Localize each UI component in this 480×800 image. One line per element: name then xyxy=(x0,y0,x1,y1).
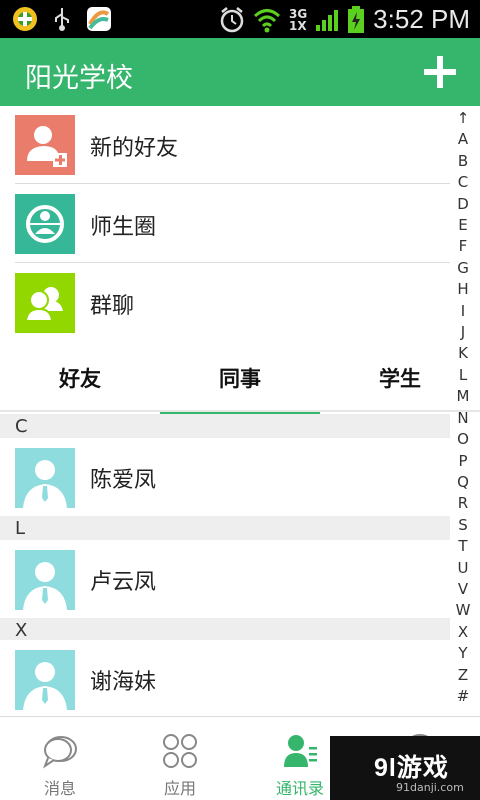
index-letter[interactable]: E xyxy=(452,215,474,236)
contact-row[interactable]: 卢云凤 xyxy=(0,540,450,618)
index-letter[interactable]: L xyxy=(452,365,474,386)
status-bar: 3G 1X 3:52 PM xyxy=(0,0,480,38)
index-letter[interactable]: D xyxy=(452,194,474,215)
status-bar-notifications xyxy=(12,6,112,32)
contact-tabs: 好友 同事 学生 xyxy=(0,346,450,414)
avatar xyxy=(15,650,75,710)
contact-row[interactable]: 陈爱凤 xyxy=(0,438,450,516)
app-header: 阳光学校 xyxy=(0,38,480,106)
signal-icon xyxy=(316,9,339,31)
app-notification-icon xyxy=(13,7,37,31)
watermark: 9l游戏 91danji.com xyxy=(330,736,480,800)
index-letter[interactable]: V xyxy=(452,579,474,600)
tab-friends[interactable]: 好友 xyxy=(0,346,160,414)
section-header-l: L xyxy=(0,516,450,542)
index-letter[interactable]: F xyxy=(452,236,474,257)
index-letter[interactable]: X xyxy=(452,622,474,643)
nav-apps[interactable]: 应用 xyxy=(120,717,240,800)
index-letter[interactable]: K xyxy=(452,343,474,364)
contacts-icon xyxy=(284,735,317,767)
section-header-c: C xyxy=(0,414,450,440)
teacher-student-circle-row[interactable]: 师生圈 xyxy=(0,185,450,263)
index-letter[interactable]: G xyxy=(452,258,474,279)
index-letter[interactable]: R xyxy=(452,493,474,514)
battery-charging-icon xyxy=(348,5,365,33)
chat-bubble-icon xyxy=(42,736,77,769)
avatar xyxy=(15,448,75,508)
index-letter[interactable]: ↑ xyxy=(452,108,474,129)
usb-icon xyxy=(55,8,69,31)
nav-label: 应用 xyxy=(163,779,196,798)
teacher-student-circle-label: 师生圈 xyxy=(90,215,157,240)
index-letter[interactable]: A xyxy=(452,129,474,150)
index-letter[interactable]: P xyxy=(452,451,474,472)
circle-icon xyxy=(15,194,75,254)
add-friend-icon xyxy=(15,115,75,175)
alphabet-index[interactable]: ↑ A B C D E F G H I J K L M N O P Q R S T U V W X Y Z # xyxy=(452,108,474,707)
contact-name: 卢云凤 xyxy=(90,570,157,595)
new-friends-row[interactable]: 新的好友 xyxy=(0,106,450,184)
apps-grid-icon xyxy=(163,734,197,768)
index-letter[interactable]: J xyxy=(452,322,474,343)
wifi-icon xyxy=(253,8,280,32)
group-chat-icon xyxy=(15,273,75,333)
index-letter[interactable]: U xyxy=(452,558,474,579)
contact-row[interactable]: 谢海妹 xyxy=(0,640,450,718)
alarm-icon xyxy=(220,6,244,32)
page-title: 阳光学校 xyxy=(25,63,133,93)
group-chat-label: 群聊 xyxy=(90,294,135,319)
clock: 3:52 PM xyxy=(373,4,470,34)
avatar xyxy=(15,550,75,610)
status-bar-system: 3G 1X 3:52 PM xyxy=(219,4,470,35)
index-letter[interactable]: W xyxy=(452,600,474,621)
divider xyxy=(15,262,450,263)
index-letter[interactable]: Y xyxy=(452,643,474,664)
divider xyxy=(15,183,450,184)
network-type: 3G 1X xyxy=(288,6,308,33)
index-letter[interactable]: Z xyxy=(452,665,474,686)
tab-divider xyxy=(0,410,480,412)
new-friends-label: 新的好友 xyxy=(90,136,179,161)
nav-messages[interactable]: 消息 xyxy=(0,717,120,800)
watermark-url: 91danji.com xyxy=(396,781,464,794)
index-letter[interactable]: Q xyxy=(452,472,474,493)
watermark-logo: 9l游戏 xyxy=(374,754,449,782)
index-letter[interactable]: S xyxy=(452,515,474,536)
tab-colleagues[interactable]: 同事 xyxy=(160,346,320,414)
index-letter[interactable]: B xyxy=(452,151,474,172)
nav-label: 消息 xyxy=(43,779,76,798)
group-chat-row[interactable]: 群聊 xyxy=(0,264,450,342)
index-letter[interactable]: M xyxy=(452,386,474,407)
index-letter[interactable]: C xyxy=(452,172,474,193)
index-letter[interactable]: I xyxy=(452,301,474,322)
index-letter[interactable]: # xyxy=(452,686,474,707)
add-button[interactable] xyxy=(420,52,460,92)
index-letter[interactable]: N xyxy=(452,408,474,429)
contact-name: 陈爱凤 xyxy=(90,468,157,493)
contact-name: 谢海妹 xyxy=(90,670,157,695)
app-store-icon xyxy=(87,7,111,31)
index-letter[interactable]: O xyxy=(452,429,474,450)
index-letter[interactable]: H xyxy=(452,279,474,300)
index-letter[interactable]: T xyxy=(452,536,474,557)
